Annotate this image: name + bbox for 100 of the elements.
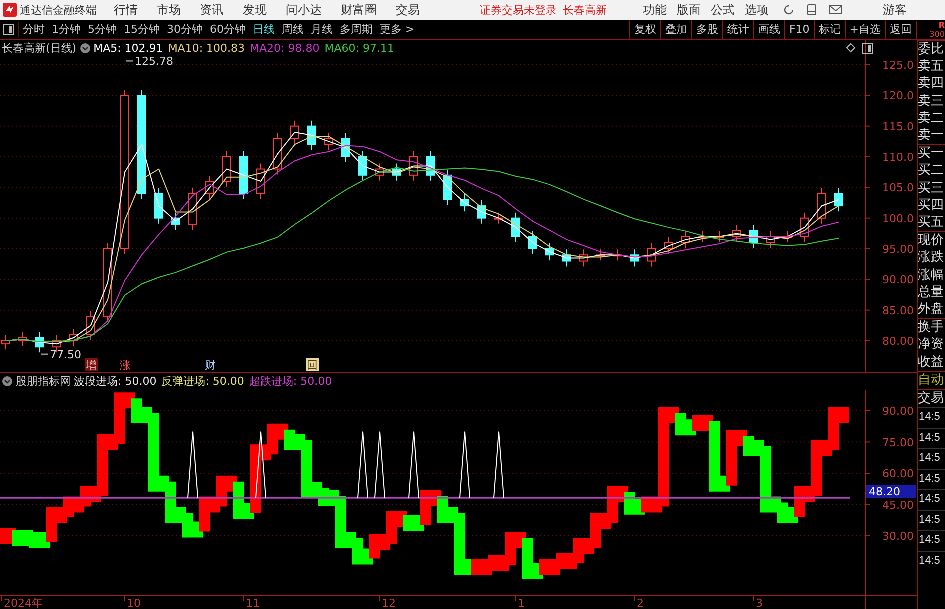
quote-label: 卖五	[918, 58, 945, 76]
menu-item[interactable]: 行情	[114, 2, 138, 18]
quote-label: 净资	[918, 336, 945, 354]
user-label[interactable]: 游客	[883, 2, 907, 18]
phone-icon[interactable]	[807, 4, 817, 16]
candlestick	[834, 188, 844, 212]
event-marker[interactable]: 财	[205, 359, 216, 372]
dropdown-icon[interactable]	[80, 43, 91, 54]
legend-value: 波段进场: 50.00	[74, 374, 157, 389]
price-axis-label: 85.00	[882, 304, 914, 318]
indicator-title: 股朋指标网	[16, 374, 71, 389]
auto-trade-label[interactable]: 自动	[918, 370, 945, 390]
login-status: 证券交易未登录	[480, 2, 557, 18]
time-axis-label: 2	[637, 597, 644, 609]
period-tab[interactable]: 月线	[311, 22, 333, 37]
mail-icon[interactable]	[829, 5, 843, 15]
event-marker[interactable]: 增	[85, 358, 98, 372]
candlestick	[324, 132, 334, 151]
period-tab[interactable]: 1分钟	[52, 22, 81, 37]
price-axis-label: 115.0	[882, 120, 914, 134]
menu-item[interactable]: 版面	[677, 2, 701, 18]
period-tab[interactable]: 60分钟	[210, 22, 246, 37]
signal-step	[590, 513, 611, 548]
price-axis-label: 95.00	[882, 243, 914, 256]
price-axis-label: 100.0	[882, 212, 914, 226]
candlestick	[698, 230, 708, 243]
menu-item[interactable]: 交易	[396, 2, 420, 18]
dropdown-icon[interactable]	[2, 376, 13, 387]
quote-label: 买四	[918, 196, 945, 214]
candlestick	[732, 224, 742, 243]
candlestick	[358, 150, 368, 182]
candlestick	[172, 212, 180, 230]
price-axis-label: 80.00	[882, 335, 914, 348]
indicator-axis-label: 60.00	[882, 468, 914, 480]
panel-toggle-icon[interactable]	[3, 24, 14, 35]
value-tag: 48.20	[866, 485, 916, 499]
signal-step	[369, 534, 390, 559]
period-tab[interactable]: 30分钟	[167, 22, 203, 37]
menu-item[interactable]: 发现	[243, 2, 267, 18]
candlestick	[546, 242, 554, 262]
event-marker[interactable]: 回	[306, 358, 319, 372]
quote-label: 换手	[918, 318, 945, 336]
panel-toggle-icon[interactable]	[862, 43, 873, 54]
spike-signal	[374, 431, 386, 499]
leader-line	[126, 60, 134, 62]
period-tab[interactable]: 多周期	[340, 22, 373, 37]
price-axis-label: 125.0	[882, 59, 914, 72]
menu-item[interactable]: 财富圈	[341, 2, 377, 18]
menu-item[interactable]: 资讯	[200, 2, 224, 18]
candlestick	[766, 230, 776, 249]
candlestick	[240, 150, 248, 200]
indicator-axis-label: 45.00	[882, 498, 914, 512]
price-axis-label: 90.00	[882, 274, 914, 287]
spike-signal	[188, 431, 198, 499]
candlestick	[376, 163, 384, 182]
quote-label: 涨跌	[918, 249, 945, 267]
diamond-icon[interactable]	[846, 43, 856, 54]
period-tab[interactable]: 15分钟	[124, 22, 160, 37]
app-title: 通达信金融终端	[20, 2, 97, 18]
period-tab[interactable]: 分时	[23, 22, 45, 37]
time-axis-label: 3	[756, 597, 763, 609]
candlestick	[256, 163, 266, 200]
candlestick	[800, 212, 810, 243]
candlestick	[222, 150, 232, 188]
trade-time: 14:5	[918, 550, 945, 572]
menu-item[interactable]: 功能	[643, 2, 667, 18]
legend-value: 反弹进场: 50.00	[162, 374, 244, 389]
event-marker[interactable]: 涨	[120, 359, 131, 372]
period-tab[interactable]: 更多 >	[380, 22, 415, 37]
refresh-icon[interactable]	[783, 4, 795, 16]
time-axis-label: 2024年	[4, 597, 43, 609]
spike-signal	[408, 431, 420, 499]
period-tab[interactable]: 周线	[282, 22, 304, 37]
period-tab[interactable]: 日线	[253, 22, 275, 37]
menu-item[interactable]: 市场	[157, 2, 181, 18]
trade-time: 14:5	[918, 510, 945, 530]
spike-signal	[494, 431, 504, 499]
trade-time: 14:5	[918, 530, 945, 551]
ma-value: MA60: 97.11	[324, 42, 394, 55]
candlestick	[274, 132, 282, 176]
candlestick	[630, 249, 640, 268]
quote-label: 卖四	[918, 75, 945, 93]
chart-title: 长春高新(日线)	[2, 41, 77, 56]
quote-label: 外盘	[918, 301, 945, 318]
menu-item[interactable]: 选项	[745, 2, 769, 18]
menu-item[interactable]: 公式	[711, 2, 735, 18]
indicator-axis-label: 90.00	[882, 405, 914, 418]
menu-item[interactable]: 问小达	[286, 2, 322, 18]
period-tab[interactable]: 5分钟	[88, 22, 117, 37]
spike-signal	[358, 431, 368, 499]
candlestick	[342, 132, 350, 164]
candlestick	[784, 230, 792, 243]
quote-label: 收益	[918, 354, 945, 371]
candlestick	[596, 249, 606, 262]
candlestick	[818, 188, 826, 224]
price-axis-label: 105.0	[882, 182, 914, 195]
stock-name: 长春高新	[563, 2, 607, 18]
time-axis-label: 11	[246, 597, 260, 609]
legend-value: 超跌进场: 50.00	[249, 374, 332, 389]
quote-label: 买一	[918, 144, 945, 162]
